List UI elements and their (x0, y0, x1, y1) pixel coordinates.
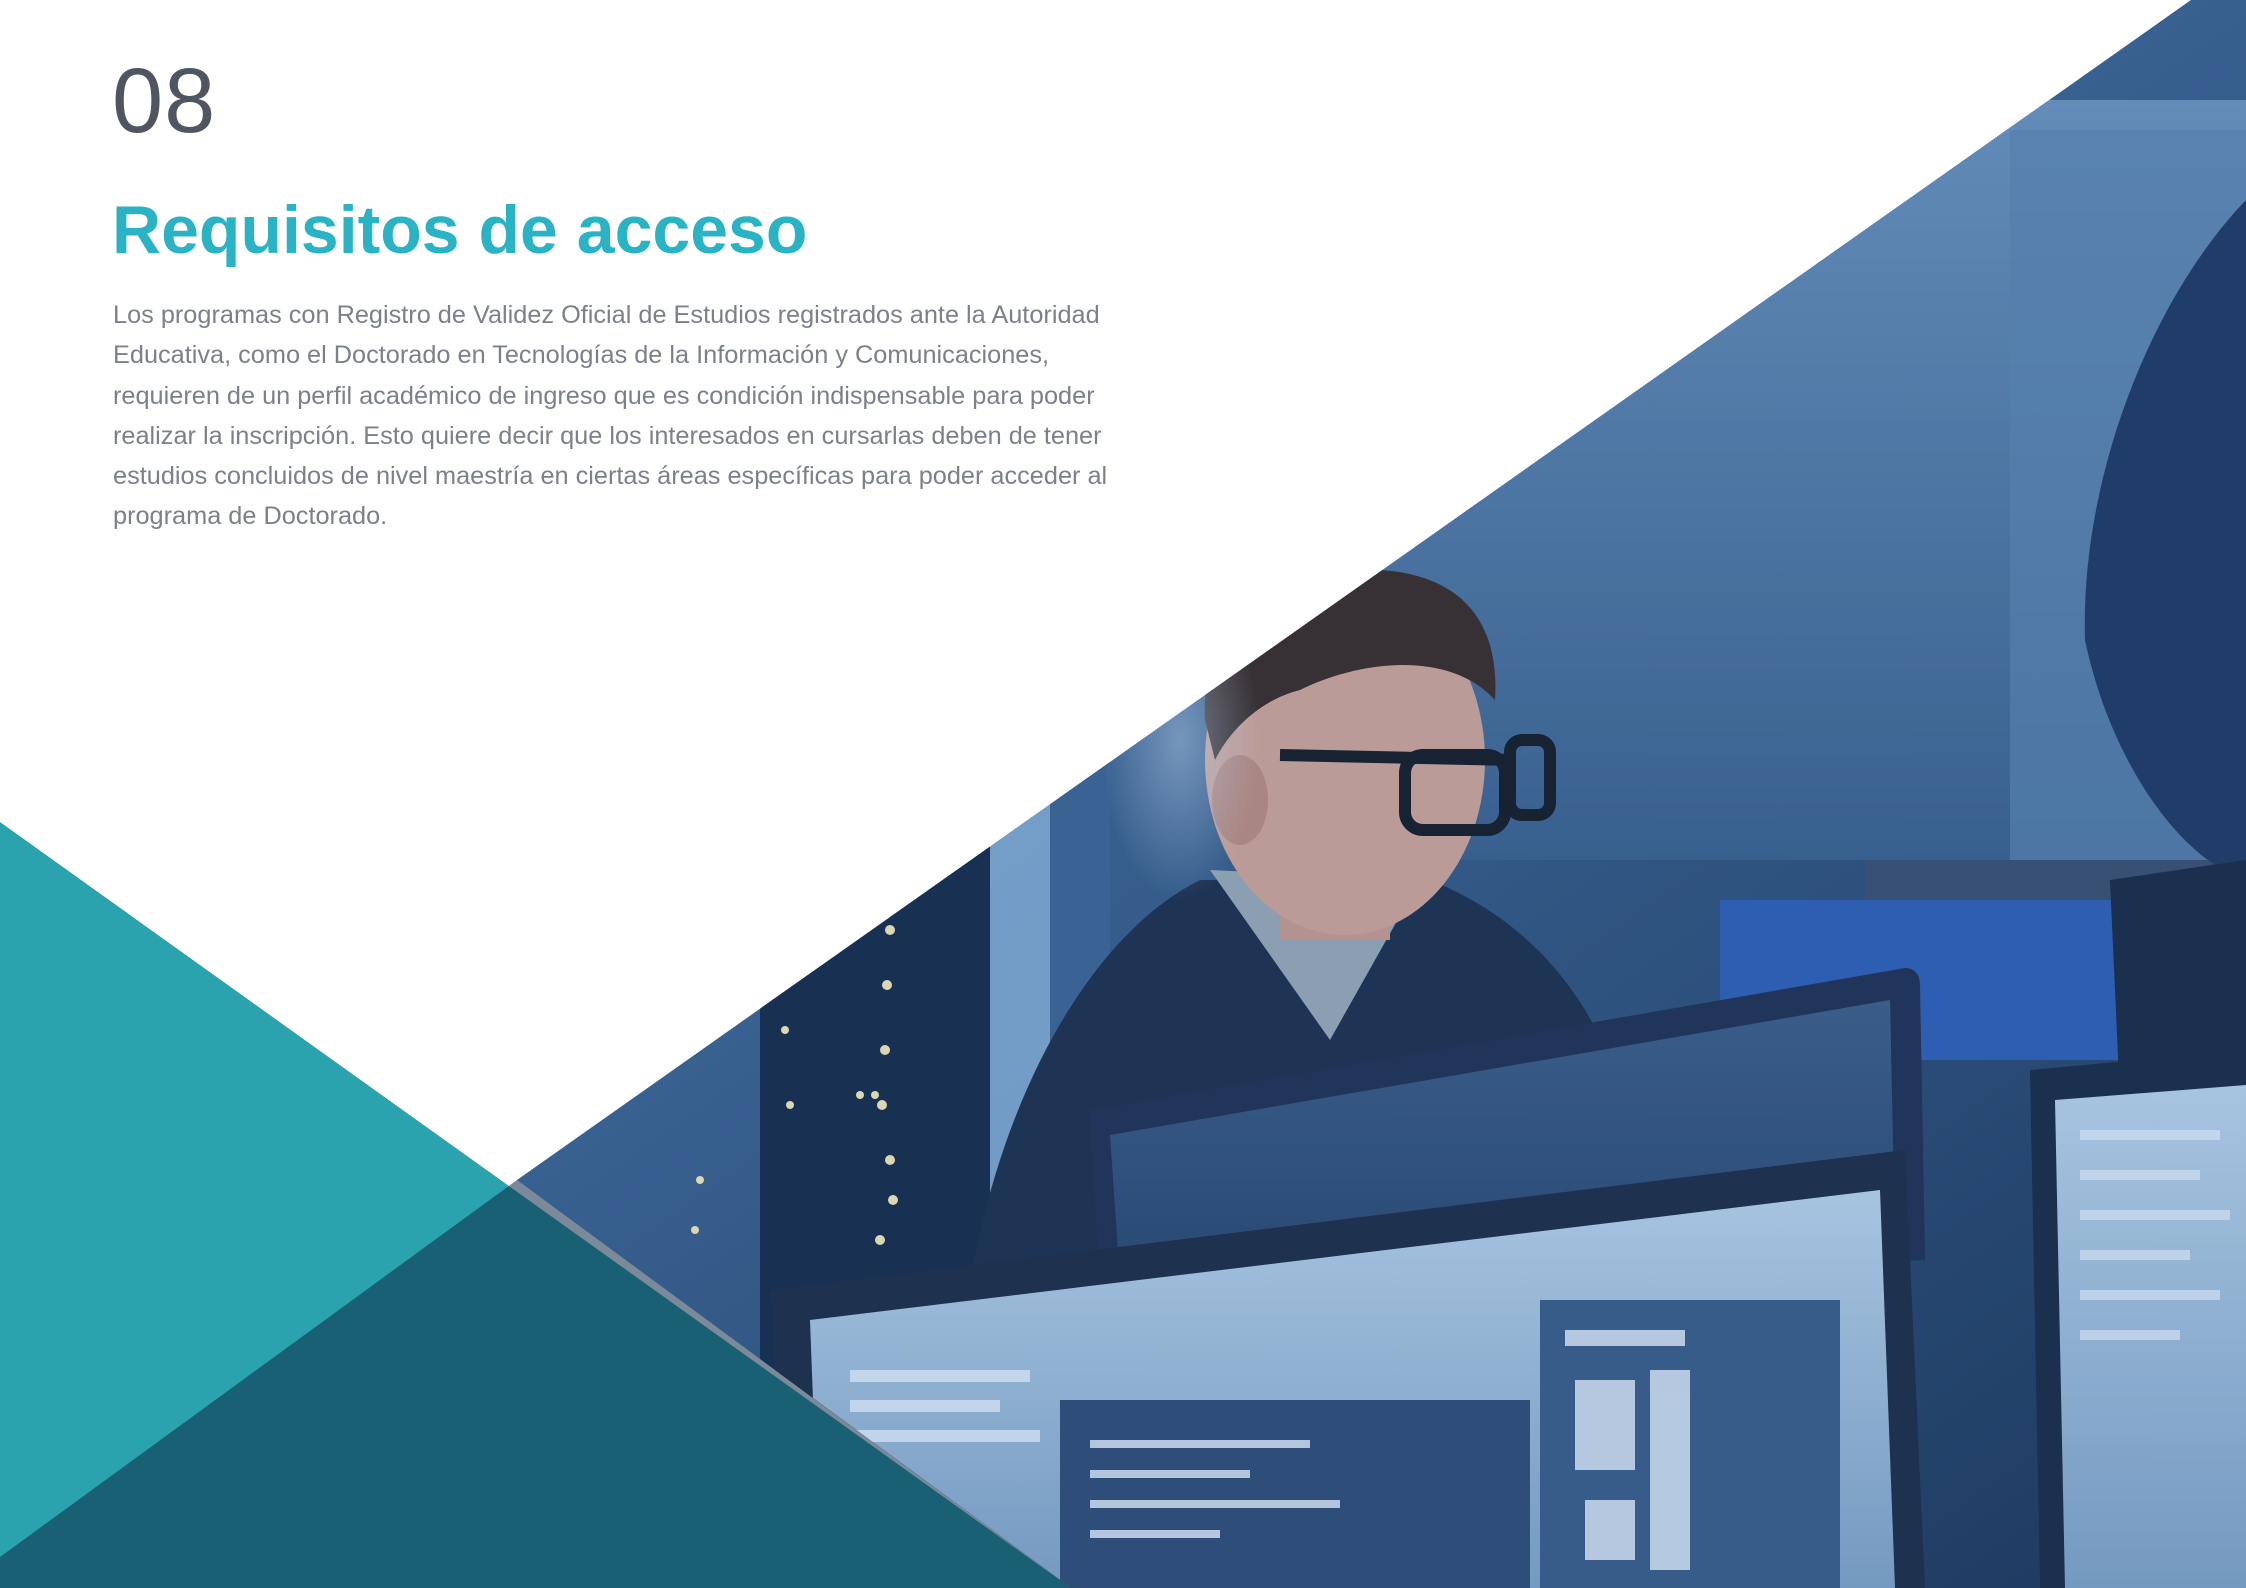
body-paragraph: Los programas con Registro de Validez Of… (113, 301, 1108, 531)
section-number: 08 (112, 50, 217, 152)
page-title: Requisitos de acceso (112, 192, 808, 268)
